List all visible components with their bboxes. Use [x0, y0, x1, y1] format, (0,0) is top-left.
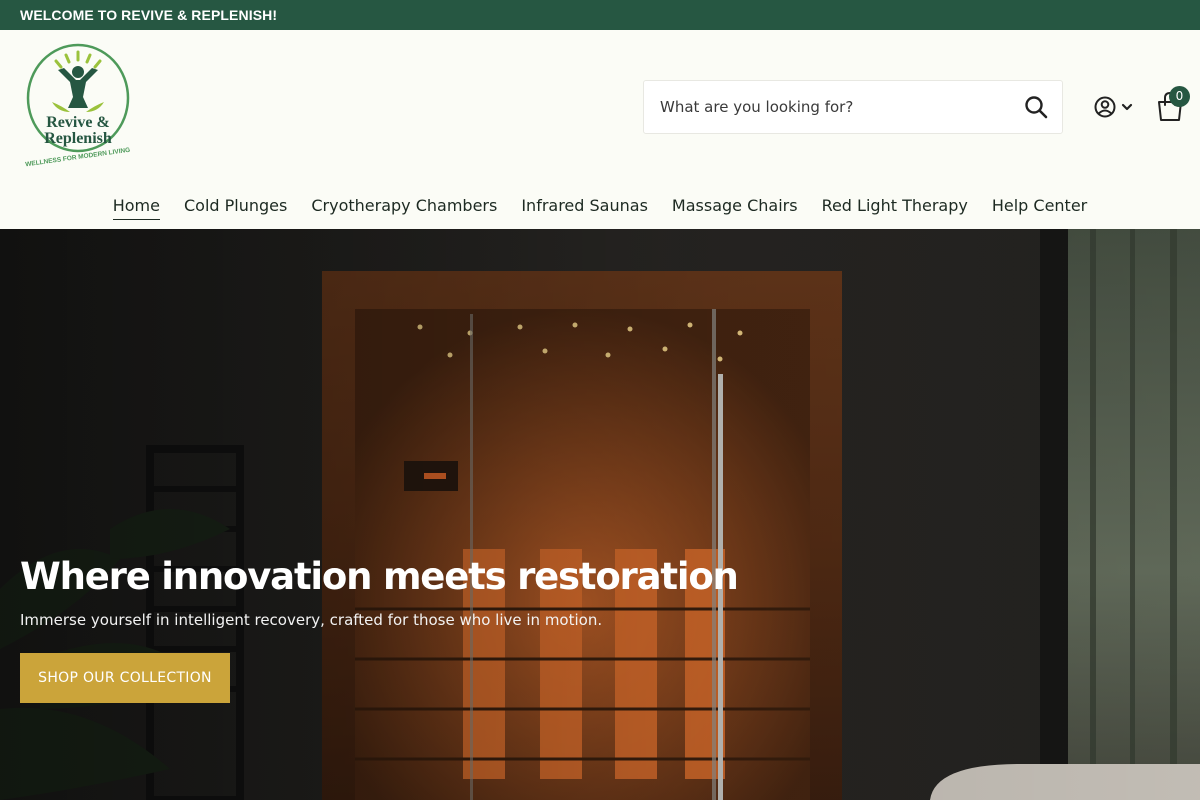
nav-item-cold-plunges[interactable]: Cold Plunges: [184, 194, 287, 220]
hero-banner: Where innovation meets restoration Immer…: [0, 229, 1200, 800]
hero-title: Where innovation meets restoration: [20, 555, 739, 598]
user-circle-icon: [1094, 96, 1133, 118]
brand-logo[interactable]: Revive & Replenish WELLNESS FOR MODERN L…: [18, 42, 138, 170]
search-input[interactable]: [644, 81, 1004, 133]
hero-sauna-image: [0, 229, 1200, 800]
chevron-down-icon: [1121, 103, 1133, 111]
nav-item-infrared-saunas[interactable]: Infrared Saunas: [521, 194, 648, 220]
cart-count-badge: 0: [1169, 86, 1190, 107]
nav-item-massage-chairs[interactable]: Massage Chairs: [672, 194, 798, 220]
nav-item-cryotherapy-chambers[interactable]: Cryotherapy Chambers: [311, 194, 497, 220]
logo-graphic: Revive & Replenish WELLNESS FOR MODERN L…: [25, 43, 131, 168]
site-header: Revive & Replenish WELLNESS FOR MODERN L…: [0, 30, 1200, 229]
svg-text:Revive &: Revive &: [46, 114, 110, 131]
announcement-bar: WELCOME TO REVIVE & REPLENISH!: [0, 0, 1200, 30]
shop-collection-button[interactable]: SHOP OUR COLLECTION: [20, 653, 230, 703]
nav-item-home[interactable]: Home: [112, 194, 160, 220]
nav-item-red-light-therapy[interactable]: Red Light Therapy: [822, 194, 968, 220]
hero-subtitle: Immerse yourself in intelligent recovery…: [20, 611, 603, 629]
announcement-text: WELCOME TO REVIVE & REPLENISH!: [20, 7, 278, 23]
search-icon[interactable]: [1024, 95, 1048, 119]
account-menu-button[interactable]: [1093, 94, 1135, 120]
main-navigation: Home Cold Plunges Cryotherapy Chambers I…: [0, 194, 1200, 224]
nav-item-help-center[interactable]: Help Center: [992, 194, 1087, 220]
svg-text:Replenish: Replenish: [44, 130, 112, 147]
search-bar: [643, 80, 1063, 134]
